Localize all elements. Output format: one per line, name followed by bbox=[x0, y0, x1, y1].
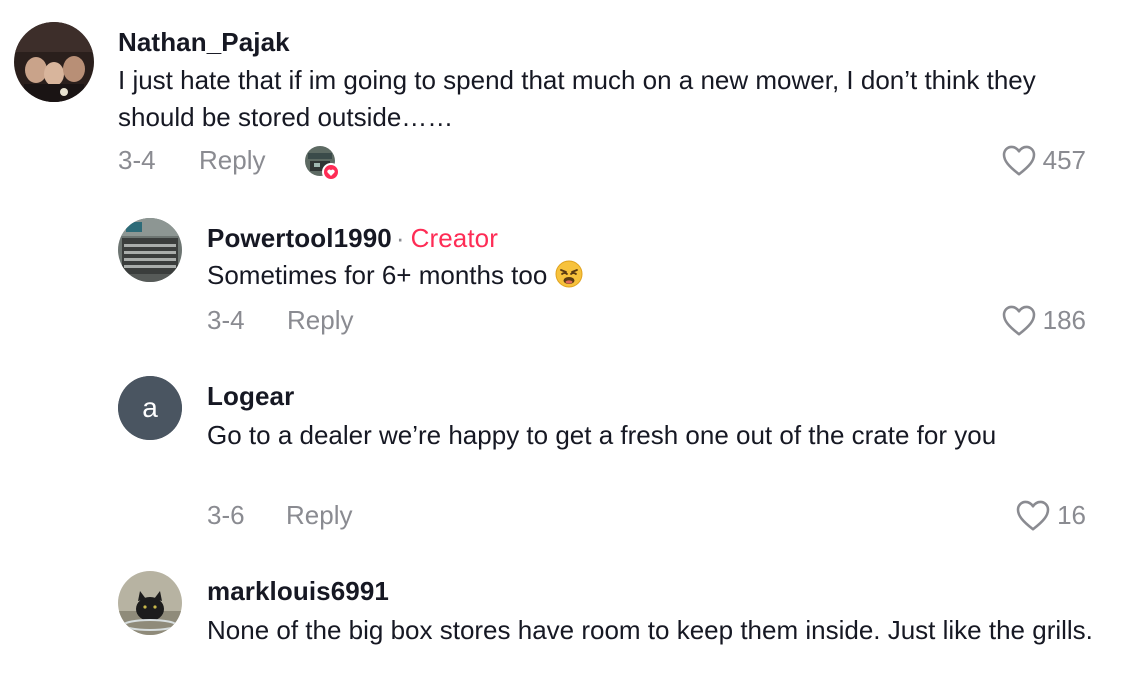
like-button[interactable]: 457 bbox=[1001, 143, 1086, 177]
like-button[interactable]: 186 bbox=[1001, 303, 1086, 337]
reply-button[interactable]: Reply bbox=[286, 500, 352, 531]
like-count: 16 bbox=[1057, 499, 1086, 530]
comment-text: I just hate that if im going to spend th… bbox=[118, 65, 1036, 132]
comment-text-body: Sometimes for 6+ months too bbox=[207, 260, 548, 290]
comment-text: None of the big box stores have room to … bbox=[207, 615, 1093, 645]
username[interactable]: marklouis6991 bbox=[207, 576, 389, 607]
comment-date: 3-6 bbox=[207, 500, 245, 530]
avatar[interactable] bbox=[14, 22, 94, 102]
avatar[interactable]: a bbox=[118, 376, 182, 440]
avatar[interactable] bbox=[118, 571, 182, 635]
username[interactable]: Logear bbox=[207, 381, 294, 412]
creator-badge: Creator bbox=[410, 223, 498, 253]
separator: · bbox=[395, 223, 405, 253]
avatar[interactable] bbox=[118, 218, 182, 282]
username[interactable]: Nathan_Pajak bbox=[118, 27, 290, 58]
comment-date: 3-4 bbox=[207, 305, 245, 335]
reply-button[interactable]: Reply bbox=[287, 305, 353, 336]
reply-button[interactable]: Reply bbox=[199, 145, 265, 176]
like-button[interactable]: 16 bbox=[1015, 498, 1086, 532]
comment-text: Go to a dealer we’re happy to get a fres… bbox=[207, 420, 997, 450]
heart-icon bbox=[1002, 145, 1035, 176]
like-count: 186 bbox=[1042, 304, 1086, 335]
weary-face-emoji-icon bbox=[555, 260, 583, 298]
heart-icon bbox=[1002, 305, 1035, 336]
like-count: 457 bbox=[1042, 144, 1086, 175]
comment-date: 3-4 bbox=[118, 145, 156, 175]
heart-icon bbox=[1016, 500, 1050, 531]
comment-text: Sometimes for 6+ months too bbox=[207, 257, 1122, 298]
avatar-letter: a bbox=[142, 392, 158, 423]
username: Powertool1990 · Creator bbox=[207, 223, 498, 254]
creator-liked-icon bbox=[304, 145, 340, 181]
username-link[interactable]: Powertool1990 bbox=[207, 223, 392, 253]
